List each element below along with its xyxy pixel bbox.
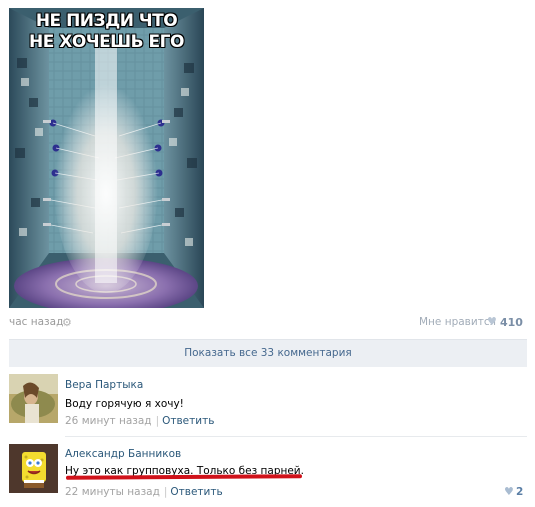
reply-link[interactable]: Ответить <box>170 486 222 498</box>
gear-icon[interactable]: ⚙ <box>62 316 72 329</box>
post-image[interactable]: НЕ ПИЗДИ ЧТО НЕ ХОЧЕШЬ ЕГО <box>9 8 204 308</box>
like-count[interactable]: 410 <box>500 316 523 329</box>
comment-time[interactable]: 22 минуты назад <box>65 486 160 498</box>
separator: | <box>163 486 168 498</box>
comment-item: Вера Партыка Воду горячую я хочу! 26 мин… <box>9 374 527 430</box>
reply-link[interactable]: Ответить <box>162 415 214 427</box>
shower-room-picture <box>9 8 204 308</box>
comment-divider <box>65 436 527 437</box>
comment-meta: 26 минут назад | Ответить <box>65 415 214 427</box>
like-label[interactable]: Мне нравится <box>419 316 496 328</box>
avatar[interactable] <box>9 374 58 423</box>
heart-icon[interactable]: ♥ <box>504 485 514 498</box>
comment-time[interactable]: 26 минут назад <box>65 415 152 427</box>
separator: | <box>155 415 160 427</box>
comment-like-count[interactable]: 2 <box>516 486 523 498</box>
comment-item: Александр Банников Ну это как групповуха… <box>9 444 527 500</box>
comment-text: Воду горячую я хочу! <box>65 398 184 410</box>
comment-meta: 22 минуты назад | Ответить <box>65 486 223 498</box>
heart-icon[interactable]: ♥ <box>487 315 497 328</box>
meme-caption-top: НЕ ПИЗДИ ЧТО <box>35 11 178 31</box>
avatar[interactable] <box>9 444 58 493</box>
meme-caption-bottom: НЕ ХОЧЕШЬ ЕГО <box>29 32 184 52</box>
comment-author[interactable]: Вера Партыка <box>65 379 143 391</box>
post-timestamp[interactable]: час назад <box>9 316 63 328</box>
show-all-comments-button[interactable]: Показать все 33 комментария <box>9 339 527 367</box>
comment-author[interactable]: Александр Банников <box>65 448 181 460</box>
